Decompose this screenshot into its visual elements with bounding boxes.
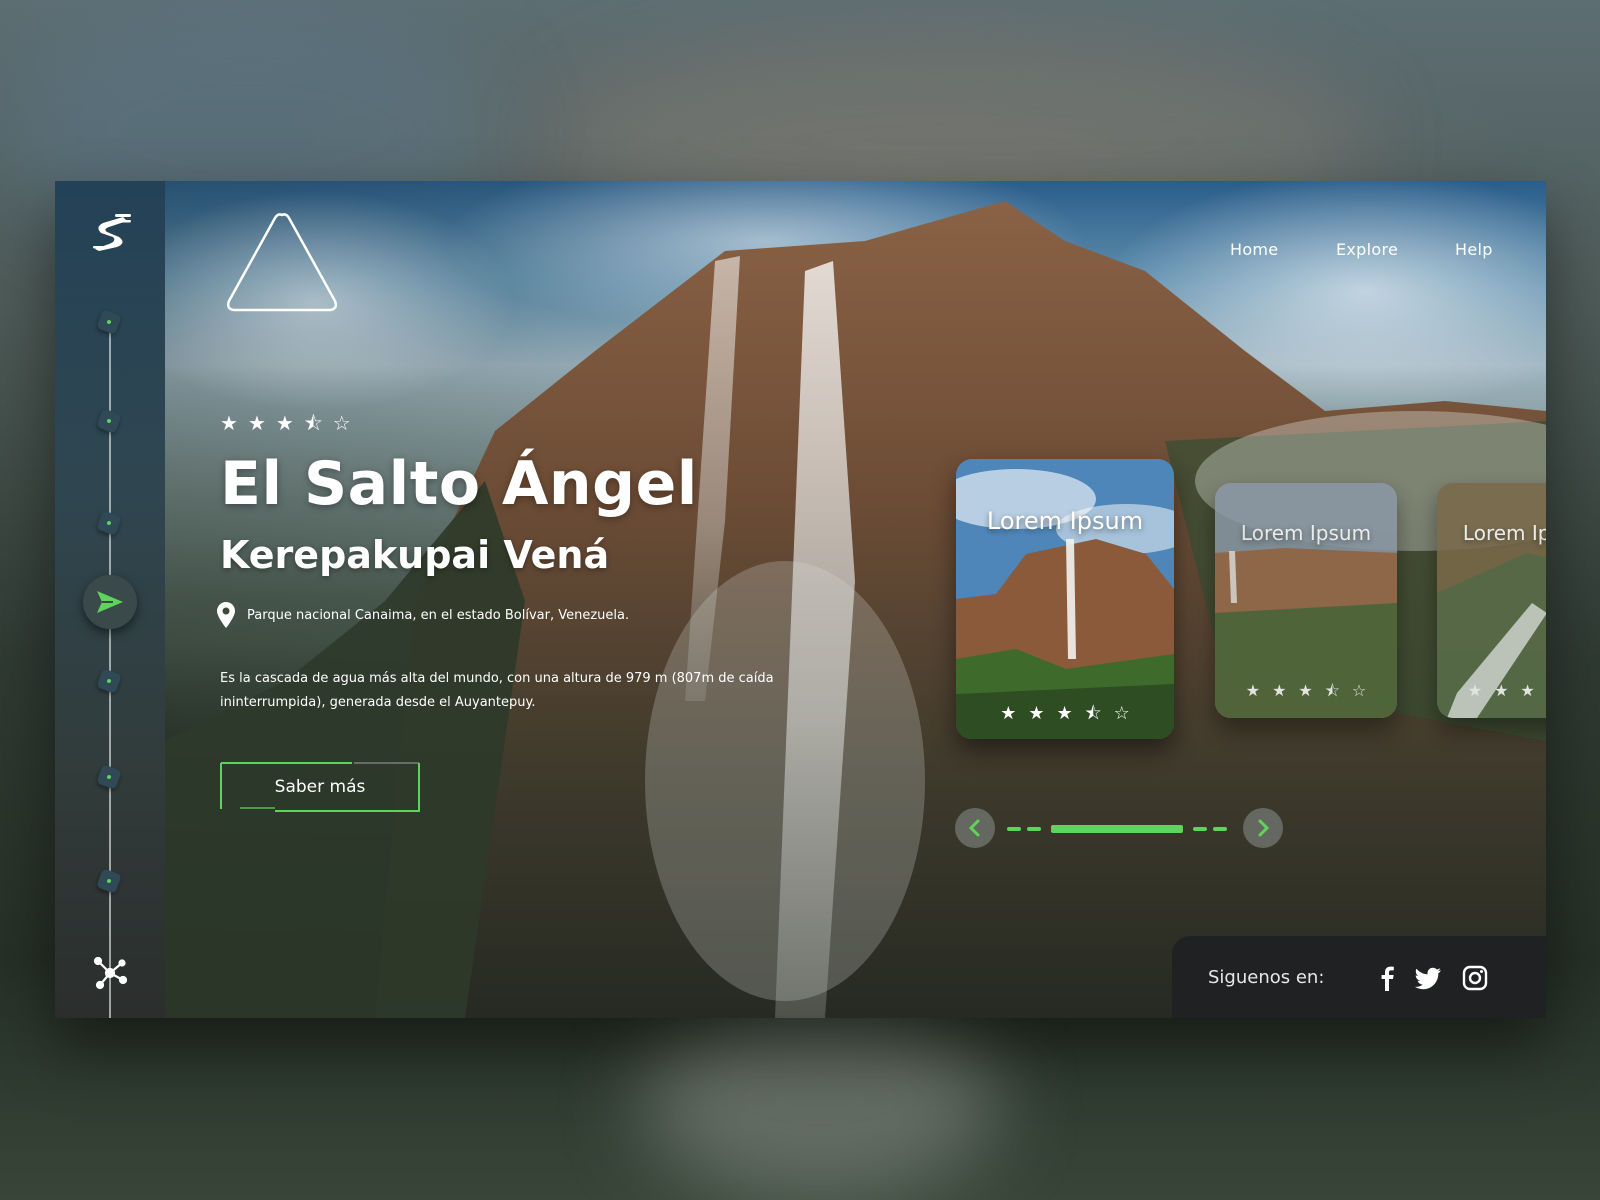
star-half-icon: ⯪ [1084, 703, 1102, 724]
star-half-icon: ⯪ [1324, 681, 1340, 700]
star-full-icon: ★ [1056, 703, 1073, 724]
timeline-step-active[interactable] [83, 575, 137, 629]
hero: Home Explore Help ★ ★ ★ ⯪ ☆ El Salto Ángel K… [165, 181, 1546, 1018]
timeline-step[interactable] [96, 408, 122, 434]
timeline-step[interactable] [96, 309, 122, 335]
star-empty-icon: ☆ [332, 411, 351, 435]
star-full-icon: ★ [1028, 703, 1045, 724]
carousel-prev-button[interactable] [955, 808, 995, 848]
destination-card[interactable]: Lorem Ipsum ★ ★ ★ ⯪ ☆ [1215, 483, 1397, 718]
button-label: Saber más [274, 777, 366, 797]
timeline-step[interactable] [96, 764, 122, 790]
chevron-left-icon [968, 819, 980, 837]
star-full-icon: ★ [1245, 681, 1261, 700]
card-title: Lorem Ipsum [986, 507, 1144, 535]
nav-home[interactable]: Home [1230, 240, 1278, 259]
backdrop-blur [640, 1000, 1000, 1200]
carousel-indicator-active[interactable] [1051, 825, 1183, 833]
triangle-logo-icon[interactable] [222, 209, 342, 319]
star-full-icon: ★ [1467, 681, 1483, 700]
instagram-icon[interactable] [1460, 963, 1490, 993]
star-full-icon: ★ [1272, 681, 1287, 700]
star-full-icon: ★ [1298, 681, 1313, 700]
destination-card[interactable]: Lorem Ipsum ★★★⯪☆ [1437, 483, 1546, 718]
star-full-icon: ★ [247, 411, 266, 435]
saber-mas-button[interactable]: Saber más [220, 762, 420, 812]
card-rating: ★ ★ ★ ⯪ ☆ [1215, 683, 1397, 699]
star-full-icon: ★ [275, 411, 294, 435]
twitter-icon[interactable] [1413, 963, 1443, 993]
sidebar [55, 181, 165, 1018]
hero-rating: ★ ★ ★ ⯪ ☆ [220, 413, 351, 433]
star-half-icon: ⯪ [303, 411, 323, 435]
timeline-step[interactable] [96, 510, 122, 536]
carousel-indicator[interactable] [1027, 827, 1041, 831]
network-icon[interactable] [93, 956, 127, 990]
star-empty-icon: ☆ [1113, 703, 1130, 724]
app-window: Home Explore Help ★ ★ ★ ⯪ ☆ El Salto Ángel K… [55, 181, 1546, 1018]
star-full-icon: ★ [1494, 681, 1509, 700]
logo-icon[interactable] [89, 211, 135, 257]
chevron-right-icon [1258, 819, 1270, 837]
star-full-icon: ★ [1520, 681, 1535, 700]
send-icon [97, 591, 123, 613]
location-text: Parque nacional Canaima, en el estado Bo… [247, 607, 630, 623]
card-image [956, 459, 1174, 739]
description: Es la cascada de agua más alta del mundo… [220, 671, 774, 710]
timeline-step[interactable] [96, 868, 122, 894]
top-nav: Home Explore Help [165, 240, 1546, 264]
social-panel: Siguenos en: [1172, 936, 1546, 1018]
card-title: Lorem Ipsum [1240, 521, 1372, 545]
carousel-indicator[interactable] [1193, 827, 1207, 831]
card-rating: ★ ★ ★ ⯪ ☆ [956, 705, 1174, 723]
carousel-controls [955, 808, 1285, 850]
location-pin-icon [217, 602, 235, 628]
timeline-step[interactable] [96, 668, 122, 694]
destination-card[interactable]: Lorem Ipsum ★ ★ ★ ⯪ ☆ [956, 459, 1174, 739]
location: Parque nacional Canaima, en el estado Bo… [217, 602, 629, 628]
star-full-icon: ★ [220, 411, 238, 435]
star-full-icon: ★ [1000, 703, 1017, 724]
card-rating: ★★★⯪☆ [1437, 683, 1546, 699]
nav-explore[interactable]: Explore [1336, 240, 1398, 259]
carousel-indicator[interactable] [1213, 827, 1227, 831]
card-title: Lorem Ipsum [1462, 521, 1546, 545]
nav-help[interactable]: Help [1455, 240, 1493, 259]
carousel-next-button[interactable] [1243, 808, 1283, 848]
social-label: Siguenos en: [1208, 966, 1325, 988]
carousel-indicator[interactable] [1007, 827, 1021, 831]
page-title: El Salto Ángel [220, 449, 698, 519]
facebook-icon[interactable] [1372, 963, 1402, 993]
page-subtitle: Kerepakupai Vená [220, 533, 610, 577]
star-empty-icon: ☆ [1351, 681, 1367, 700]
